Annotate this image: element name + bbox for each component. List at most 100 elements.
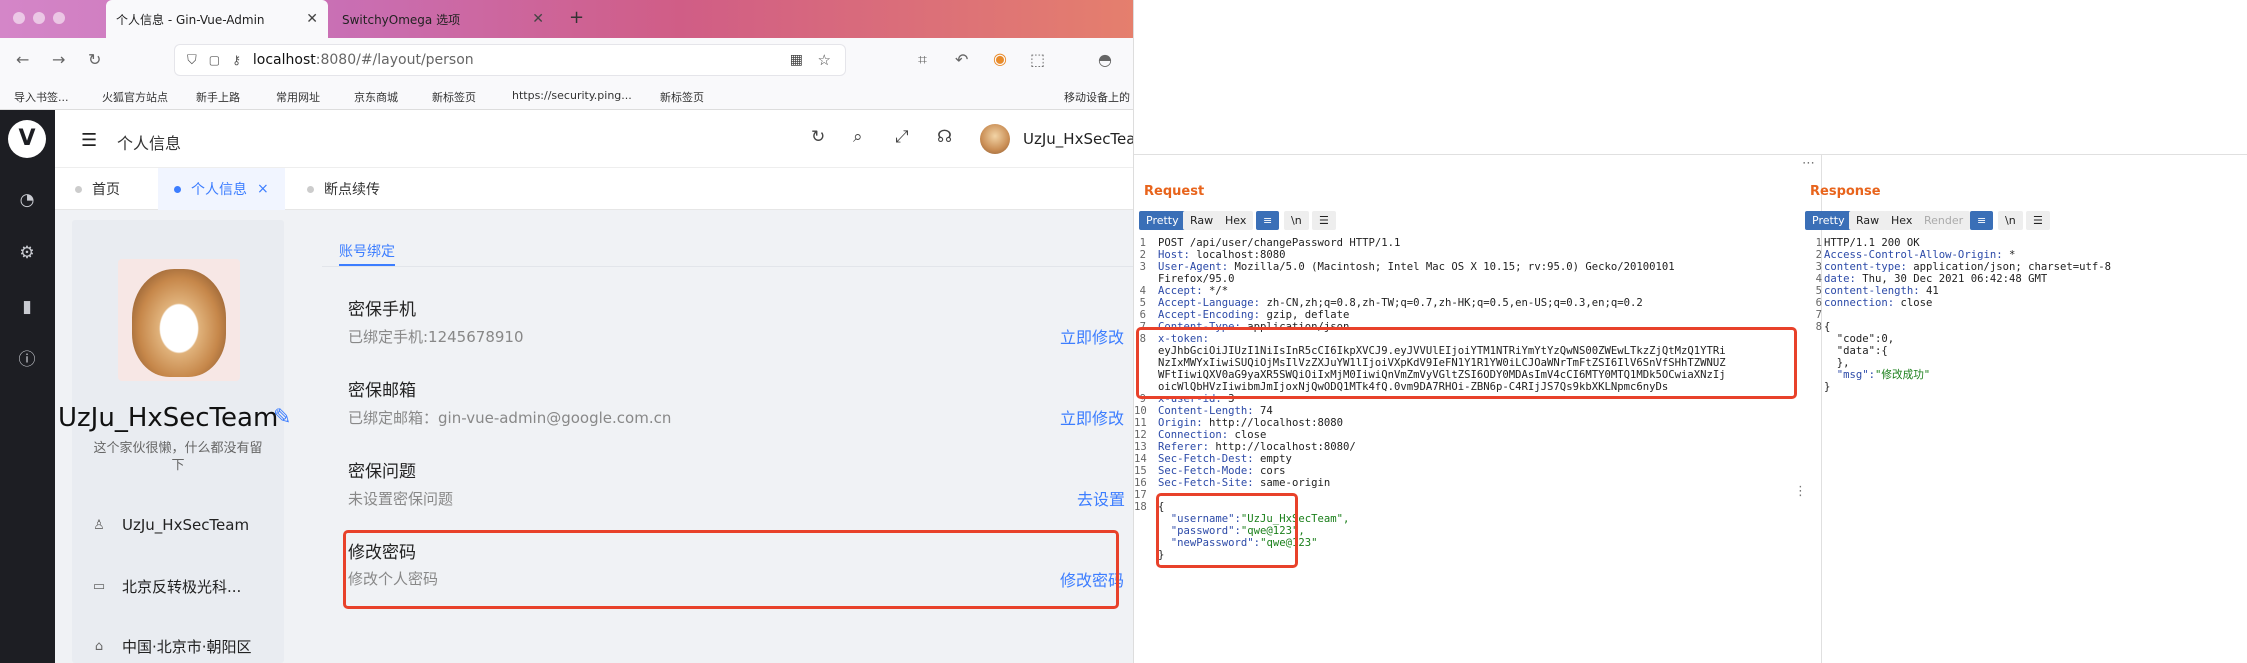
reload-icon[interactable]: ↻	[88, 50, 101, 69]
drag-handle-icon[interactable]: ⋯	[1802, 156, 1815, 171]
fullscreen-icon[interactable]: ⤢	[895, 127, 909, 147]
shield-icon[interactable]: ⛉	[187, 53, 197, 68]
options-menu-icon[interactable]: ☰	[1312, 211, 1336, 230]
line-number: 3	[1815, 261, 1822, 273]
profile-name: UzJu_HxSecTeam	[58, 403, 279, 433]
line-number: 13	[1134, 441, 1147, 453]
panel-divider[interactable]	[1821, 155, 1822, 663]
undo-icon[interactable]: ↶	[955, 50, 968, 69]
line-number: 2	[1815, 249, 1822, 261]
bookmark-item[interactable]: 常用网址	[276, 89, 320, 105]
line-number: 16	[1134, 477, 1147, 489]
request-raw-tab[interactable]: Raw	[1183, 211, 1221, 230]
line-number: 4	[1815, 273, 1822, 285]
tab-account-binding[interactable]: 账号绑定	[339, 241, 395, 261]
browser-tab-active[interactable]: 个人信息 - Gin-Vue-Admin ✕	[106, 0, 328, 38]
newline-toggle-icon[interactable]: \n	[1284, 211, 1309, 230]
browser-window: 个人信息 - Gin-Vue-Admin ✕ SwitchyOmega 选项 ✕…	[0, 0, 1133, 663]
bookmark-star-icon[interactable]: ☆	[818, 51, 831, 69]
location-icon: ⌂	[94, 639, 104, 654]
options-menu-icon[interactable]: ☰	[2026, 211, 2050, 230]
settings-icon[interactable]: ⚙	[14, 240, 40, 266]
tag-resume-upload[interactable]: 断点续传	[307, 168, 380, 210]
response-hex-tab[interactable]: Hex	[1884, 211, 1920, 230]
app-logo[interactable]: V	[8, 120, 46, 158]
extension-badge-icon[interactable]: ◉	[993, 49, 1007, 68]
wrap-lines-icon[interactable]: ≡	[1970, 211, 1994, 230]
browser-tab[interactable]: SwitchyOmega 选项 ✕	[332, 0, 554, 38]
code-line: "code":0,	[1824, 333, 1895, 345]
response-raw-tab[interactable]: Raw	[1849, 211, 1887, 230]
screenshot-icon[interactable]: ⬚	[1030, 50, 1045, 69]
line-number: 5	[1139, 297, 1146, 309]
response-pretty-tab[interactable]: Pretty	[1805, 211, 1852, 230]
burp-suite-panel: ⋯ Request Pretty Raw Hex ≡ \n ☰ 12345678…	[1133, 0, 2247, 663]
bookmark-item[interactable]: 新标签页	[660, 89, 704, 105]
bookmark-item[interactable]: 新手上路	[196, 89, 240, 105]
bookmark-item[interactable]: 移动设备上的	[1064, 89, 1130, 105]
dashboard-icon[interactable]: ◔	[14, 187, 40, 213]
line-number: 6	[1815, 297, 1822, 309]
forward-arrow-icon[interactable]: →	[52, 50, 65, 69]
code-line: Firefox/95.0	[1158, 273, 1235, 285]
tags-view-bar: 首页 个人信息 × 断点续传	[55, 168, 1133, 210]
menu-toggle-icon[interactable]: ☰	[81, 130, 97, 151]
close-tab-icon[interactable]: ✕	[532, 11, 544, 27]
tag-dot	[174, 185, 181, 193]
close-window-dot[interactable]	[13, 12, 25, 24]
line-number: 7	[1815, 309, 1822, 321]
maximize-window-dot[interactable]	[53, 12, 65, 24]
new-tab-button[interactable]: +	[569, 7, 584, 28]
app-sidebar: V ◔ ⚙ ▮ ⓘ	[0, 110, 55, 663]
wrap-lines-icon[interactable]: ≡	[1256, 211, 1280, 230]
qr-code-icon[interactable]: ▦	[790, 52, 803, 68]
code-line: Sec-Fetch-Site: same-origin	[1158, 477, 1331, 489]
code-line: Sec-Fetch-Dest: empty	[1158, 453, 1292, 465]
refresh-icon[interactable]: ↻	[811, 127, 825, 147]
vertical-dots-icon[interactable]: ⋮	[1794, 484, 1807, 499]
minimize-window-dot[interactable]	[33, 12, 45, 24]
line-number: 6	[1139, 309, 1146, 321]
profile-avatar[interactable]	[118, 259, 240, 381]
section-title: 密保问题	[348, 462, 416, 482]
url-bar[interactable]: ⛉ ▢ ⚷ localhost:8080/#/layout/person ▦ ☆	[175, 45, 845, 75]
profile-info-item: ⌂ 中国·北京市·朝阳区	[92, 636, 252, 657]
bookmark-item[interactable]: https://security.ping...	[512, 89, 632, 102]
proxy-extension-icon[interactable]: ◓	[1098, 50, 1112, 69]
modify-email-button[interactable]: 立即修改	[1060, 405, 1124, 429]
line-number: 17	[1134, 489, 1147, 501]
response-render-tab[interactable]: Render	[1917, 211, 1971, 230]
info-icon[interactable]: ⓘ	[14, 347, 40, 373]
code-line: Connection: close	[1158, 429, 1267, 441]
headset-icon[interactable]: ☊	[937, 127, 952, 147]
close-tab-icon[interactable]: ✕	[306, 11, 318, 27]
tag-person[interactable]: 个人信息 ×	[158, 168, 285, 210]
tag-dot	[75, 185, 82, 193]
bookmark-item[interactable]: 京东商城	[354, 89, 398, 105]
bookmark-item[interactable]: 新标签页	[432, 89, 476, 105]
line-number: 8	[1815, 321, 1822, 333]
profile-info-text: 中国·北京市·朝阳区	[122, 638, 252, 656]
newline-toggle-icon[interactable]: \n	[1998, 211, 2023, 230]
url-host: localhost	[252, 52, 316, 68]
avatar[interactable]	[980, 124, 1010, 154]
bookmark-item[interactable]: 导入书签...	[14, 89, 69, 105]
crop-icon[interactable]: ⌗	[918, 50, 927, 70]
tag-label: 首页	[92, 182, 120, 198]
book-icon[interactable]: ▮	[14, 294, 40, 320]
header-username[interactable]: UzJu_HxSecTeam	[1023, 130, 1133, 148]
edit-icon[interactable]: ✎	[273, 405, 291, 430]
browser-tab-label: 个人信息 - Gin-Vue-Admin	[116, 12, 265, 27]
bookmark-item[interactable]: 火狐官方站点	[102, 89, 168, 105]
close-tag-icon[interactable]: ×	[257, 181, 269, 197]
tag-home[interactable]: 首页	[75, 168, 120, 210]
modify-phone-button[interactable]: 立即修改	[1060, 324, 1124, 348]
set-question-button[interactable]: 去设置	[1077, 486, 1125, 510]
back-arrow-icon[interactable]: ←	[16, 50, 29, 69]
bookmarks-bar: 导入书签... 火狐官方站点 新手上路 常用网址 京东商城 新标签页 https…	[0, 84, 1133, 110]
key-icon[interactable]: ⚷	[232, 53, 241, 67]
request-hex-tab[interactable]: Hex	[1218, 211, 1254, 230]
profile-info-text: UzJu_HxSecTeam	[122, 516, 250, 534]
search-icon[interactable]: ⌕	[853, 127, 863, 147]
request-pretty-tab[interactable]: Pretty	[1139, 211, 1186, 230]
